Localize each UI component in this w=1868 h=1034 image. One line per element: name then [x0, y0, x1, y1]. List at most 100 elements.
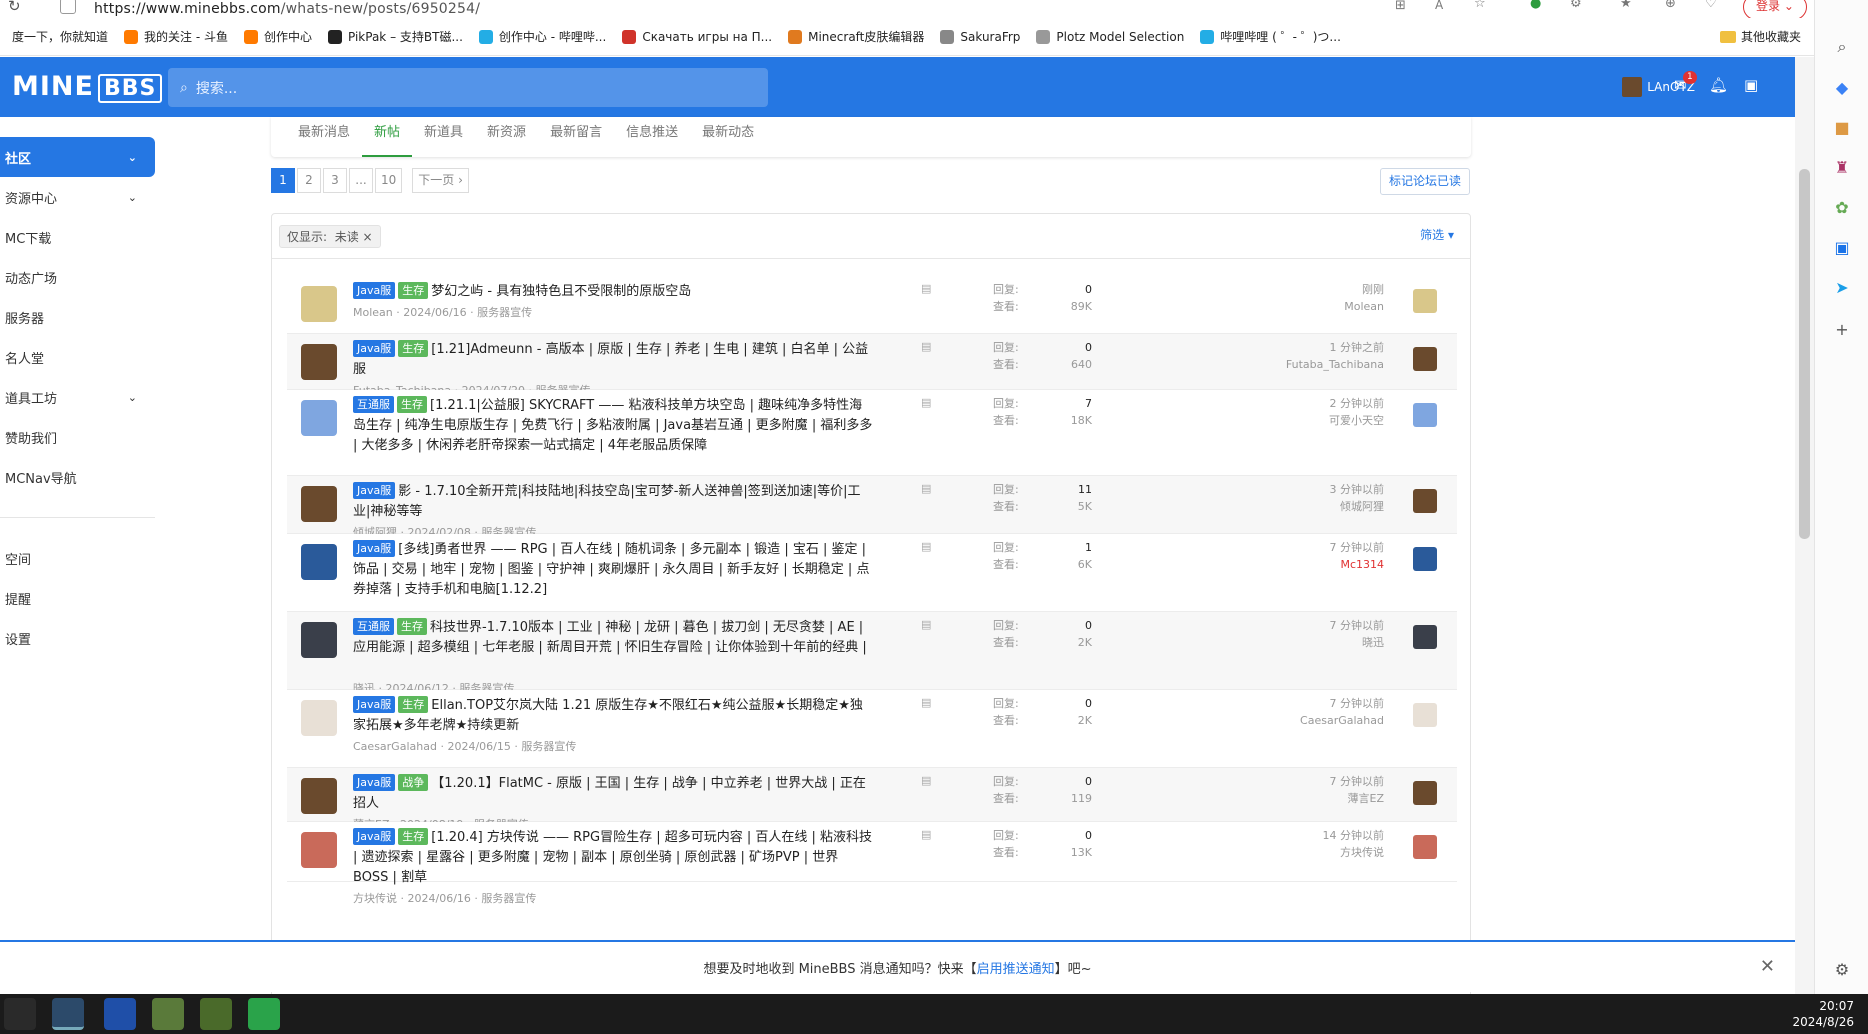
thread-row[interactable]: Java服影 - 1.7.10全新开荒|科技陆地|科技空岛|宝可梦-新人送神兽|…	[287, 476, 1457, 539]
browser-essentials-icon[interactable]: ♡	[1705, 0, 1717, 11]
last-poster-avatar[interactable]	[1413, 703, 1437, 727]
app-icon[interactable]: ⊞	[1395, 0, 1406, 13]
tab[interactable]: 新资源	[475, 117, 538, 157]
page-link[interactable]: 3	[323, 168, 347, 193]
bell-icon[interactable]: 🔔︎	[1709, 76, 1728, 94]
thread-title[interactable]: Java服 生存 梦幻之屿 - 具有独特色且不受限制的原版空岛	[353, 282, 873, 302]
thread-title[interactable]: Java服 [多线]勇者世界 —— RPG | 百人在线 | 随机词条 | 多元副…	[353, 540, 873, 600]
read-aloud-icon[interactable]: A	[1435, 0, 1443, 12]
copilot-icon[interactable]: ✿	[1832, 198, 1852, 218]
clock[interactable]: 20:07 2024/8/26	[1792, 998, 1854, 1030]
last-poster-avatar[interactable]	[1413, 781, 1437, 805]
sidebar-item[interactable]: 资源中心 ⌄	[0, 177, 155, 217]
page-link[interactable]: 10	[375, 168, 403, 193]
prefix-tag[interactable]: Java服	[353, 282, 396, 299]
prefix-tag[interactable]: 互通服	[353, 396, 394, 413]
last-post-user[interactable]: CaesarGalahad	[1300, 712, 1384, 729]
avatar[interactable]	[301, 486, 337, 522]
prefix-tag[interactable]: Java服	[353, 696, 396, 713]
sidebar-item[interactable]: 社区 ⌄	[0, 137, 155, 177]
last-post-user[interactable]: 晓迅	[1330, 634, 1384, 651]
sidebar-item[interactable]: 设置	[0, 618, 155, 658]
last-post[interactable]: 刚刚 Molean	[1344, 281, 1384, 315]
prefix-tag[interactable]: Java服	[353, 540, 396, 557]
outlook-icon[interactable]: ▣	[1832, 238, 1852, 258]
thread-row[interactable]: Java服 生存 [1.21]Admeunn - 高版本 | 原版 | 生存 | 养…	[287, 334, 1457, 397]
bookmark-item[interactable]: 创作中心	[243, 28, 312, 45]
bookmark-item[interactable]: SakuraFrp	[940, 29, 1020, 44]
thread-title[interactable]: Java服 战争 【1.20.1】FlatMC - 原版 | 王国 | 生存 | 战…	[353, 774, 873, 814]
last-post[interactable]: 7 分钟以前 Mc1314	[1330, 539, 1385, 573]
bookmark-item[interactable]: Скачать игры на П...	[622, 29, 772, 44]
thread-author[interactable]: 方块传说	[353, 892, 397, 905]
avatar[interactable]	[301, 400, 337, 436]
prefix-tag[interactable]: Java服	[353, 828, 396, 845]
thread-author[interactable]: CaesarGalahad	[353, 740, 437, 753]
thread-title[interactable]: 互通服 生存 [1.21.1|公益服] SKYCRAFT —— 粘液科技单方块空岛 …	[353, 396, 873, 456]
mail-icon[interactable]: ✉ 1	[1674, 71, 1697, 94]
sidebar-item[interactable]: 道具工坊 ⌄	[0, 377, 155, 417]
filter-chip[interactable]: 仅显示: 未读 ×	[279, 224, 381, 248]
thread-row[interactable]: Java服 生存 Ellan.TOP艾尔岚大陆 1.21 原版生存★不限红石★纯公益…	[287, 690, 1457, 768]
search-icon[interactable]: ⌕	[1832, 37, 1852, 57]
thread-title[interactable]: Java服 生存 [1.20.4] 方块传说 —— RPG冒险生存 | 超多可玩内容…	[353, 828, 873, 888]
settings-icon[interactable]: ⚙	[1832, 960, 1852, 980]
sidebar-item[interactable]: 赞助我们	[0, 417, 155, 457]
tag-icon[interactable]: ◆	[1832, 78, 1852, 98]
avatar[interactable]	[301, 622, 337, 658]
avatar[interactable]	[301, 344, 337, 380]
thread-forum[interactable]: 服务器宣传	[477, 306, 532, 319]
app-p-icon[interactable]	[104, 998, 136, 1030]
last-poster-avatar[interactable]	[1413, 403, 1437, 427]
last-post[interactable]: 1 分钟之前 Futaba_Tachibana	[1286, 339, 1384, 373]
prefix-tag[interactable]: 生存	[398, 828, 429, 845]
puzzle-icon[interactable]: ⚙	[1570, 0, 1582, 11]
sidebar-item[interactable]: 提醒	[0, 578, 155, 618]
bookmark-item[interactable]: 我的关注 - 斗鱼	[124, 28, 228, 45]
last-poster-avatar[interactable]	[1413, 835, 1437, 859]
chess-icon[interactable]: ♜	[1832, 158, 1852, 178]
last-poster-avatar[interactable]	[1413, 489, 1437, 513]
page-link[interactable]: 1	[271, 168, 295, 193]
last-poster-avatar[interactable]	[1413, 347, 1437, 371]
last-poster-avatar[interactable]	[1413, 547, 1437, 571]
prefix-tag[interactable]: 生存	[398, 696, 429, 713]
page-link[interactable]: ...	[349, 168, 373, 193]
thread-forum[interactable]: 服务器宣传	[481, 892, 536, 905]
prefix-tag[interactable]: 生存	[397, 396, 427, 413]
sidebar-item[interactable]: 名人堂	[0, 337, 155, 377]
remove-filter-icon[interactable]: ×	[363, 230, 373, 244]
avatar[interactable]	[301, 778, 337, 814]
sidebar-item[interactable]: 服务器	[0, 297, 155, 337]
last-post[interactable]: 7 分钟以前 薄言EZ	[1330, 773, 1385, 807]
url-text[interactable]: https://www.minebbs.com/whats-new/posts/…	[94, 1, 480, 17]
thread-author[interactable]: Molean	[353, 306, 393, 319]
tab[interactable]: 信息推送	[614, 117, 690, 157]
page-scrollbar[interactable]	[1795, 57, 1814, 1000]
site-info-icon[interactable]	[60, 0, 76, 14]
collections-icon[interactable]: ⊕	[1665, 0, 1676, 11]
site-logo[interactable]: MINE BBS	[12, 71, 163, 103]
prefix-tag[interactable]: Java服	[353, 482, 396, 499]
favorites-bar-icon[interactable]: ★	[1620, 0, 1632, 11]
last-post[interactable]: 2 分钟以前 可爱小天空	[1329, 395, 1384, 429]
wechat-icon[interactable]	[248, 998, 280, 1030]
last-poster-avatar[interactable]	[1413, 625, 1437, 649]
minecraft-launcher-icon[interactable]	[200, 998, 232, 1030]
tab[interactable]: 最新留言	[538, 117, 614, 157]
last-post-user[interactable]: 倾城阿狸	[1330, 498, 1384, 515]
thread-row[interactable]: Java服 战争 【1.20.1】FlatMC - 原版 | 王国 | 生存 | 战…	[287, 768, 1457, 831]
thread-title[interactable]: 互通服 生存 科技世界-1.7.10版本 | 工业 | 神秘 | 龙研 | 暮色 |…	[353, 618, 873, 658]
last-post-user[interactable]: Mc1314	[1330, 556, 1384, 573]
thread-title[interactable]: Java服影 - 1.7.10全新开荒|科技陆地|科技空岛|宝可梦-新人送神兽|…	[353, 482, 873, 522]
edge-icon[interactable]	[52, 998, 84, 1030]
bookmark-item[interactable]: PikPak – 支持BT磁...	[328, 28, 463, 45]
avatar[interactable]	[301, 544, 337, 580]
last-post-user[interactable]: Molean	[1344, 298, 1384, 315]
thread-forum[interactable]: 服务器宣传	[521, 740, 576, 753]
page-link[interactable]: 2	[297, 168, 321, 193]
next-page-button[interactable]: 下一页 ›	[412, 168, 469, 193]
thread-title[interactable]: Java服 生存 Ellan.TOP艾尔岚大陆 1.21 原版生存★不限红石★纯公益…	[353, 696, 873, 736]
thread-row[interactable]: Java服 生存 [1.20.4] 方块传说 —— RPG冒险生存 | 超多可玩内容…	[287, 822, 1457, 905]
favorite-icon[interactable]: ☆	[1474, 0, 1486, 11]
